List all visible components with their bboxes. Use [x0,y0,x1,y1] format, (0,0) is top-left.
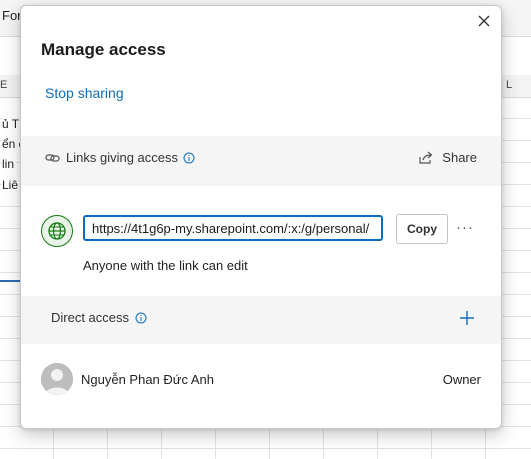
share-icon [419,151,433,164]
direct-access-label: Direct access [51,310,130,325]
person-name: Nguyễn Phan Đức Anh [81,372,215,387]
share-link-input[interactable] [83,215,383,241]
share-button[interactable]: Share [418,150,477,165]
link-permission-text: Anyone with the link can edit [83,258,248,273]
close-icon [478,15,490,27]
background-cell: ủ T [2,117,22,131]
background-cell: Liê [2,178,21,192]
stop-sharing-link[interactable]: Stop sharing [45,85,124,101]
globe-icon [41,215,73,247]
direct-access-section: Direct access [21,296,501,344]
info-icon[interactable] [183,152,195,164]
background-selection-line [0,280,22,282]
person-role: Owner [442,372,481,387]
links-giving-access-label: Links giving access [66,150,178,165]
links-giving-access-section: Links giving access Share [21,136,501,186]
direct-access-header: Direct access [51,310,147,325]
more-options-button[interactable]: ··· [454,216,476,238]
links-giving-access-header: Links giving access [45,150,195,165]
add-people-button[interactable] [457,308,477,328]
copy-button[interactable]: Copy [396,214,448,244]
share-label: Share [442,150,477,165]
background-column-l: L [506,79,513,91]
info-icon[interactable] [135,312,147,324]
background-toolbar-text: For [2,8,22,23]
dialog-title: Manage access [41,40,166,59]
background-column-e: E [0,79,8,91]
avatar [41,363,73,395]
background-cell: lin [2,157,17,171]
person-row[interactable]: Nguyễn Phan Đức Anh Owner [41,363,481,395]
plus-icon [460,311,474,325]
close-button[interactable] [475,12,493,30]
manage-access-dialog: Manage access Stop sharing Links giving … [20,5,502,429]
link-icon [45,153,60,162]
